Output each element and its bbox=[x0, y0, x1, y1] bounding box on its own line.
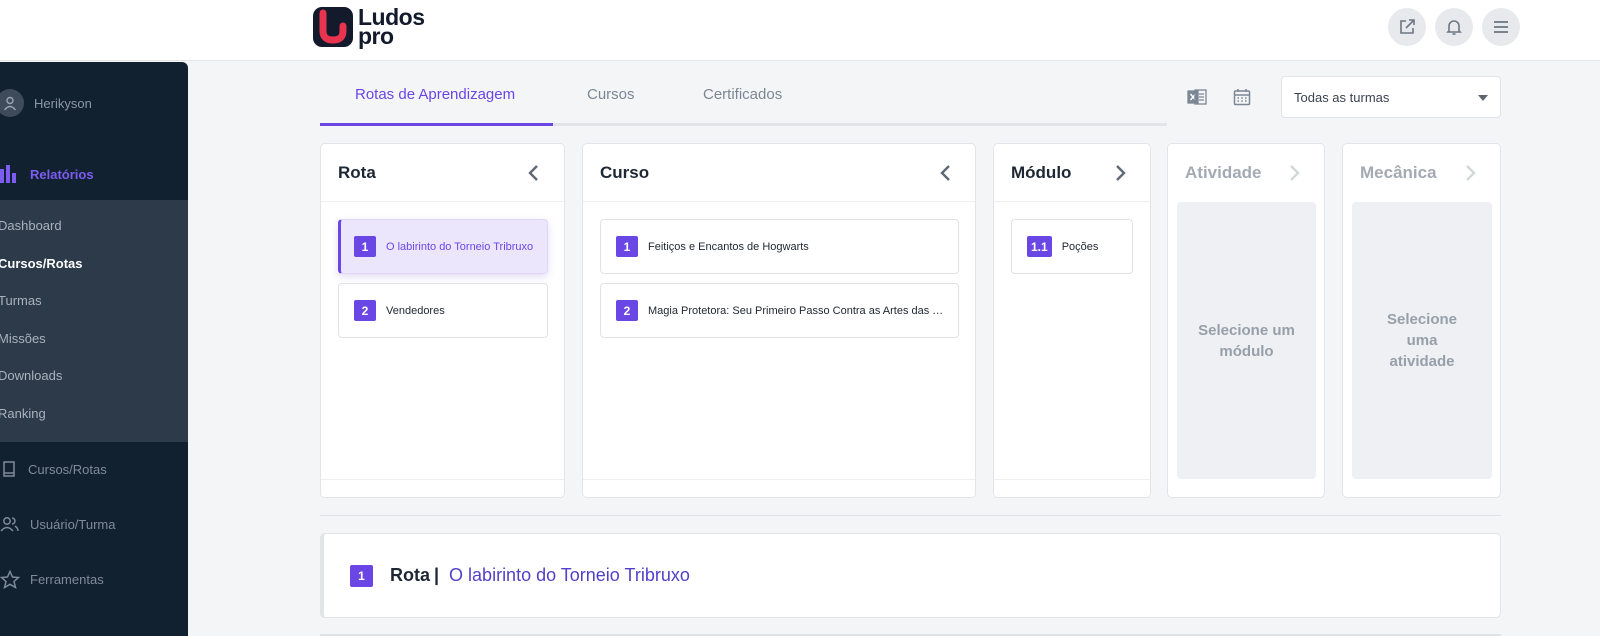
item-label: Poções bbox=[1061, 240, 1099, 253]
logo-mark-icon bbox=[313, 7, 353, 47]
submenu-item-turmas[interactable]: Turmas bbox=[0, 293, 42, 308]
selection-summary-card: 1 Rota | O labirinto do Torneio Tribruxo bbox=[320, 533, 1501, 618]
panel-footer bbox=[583, 479, 975, 497]
ludos-pro-logo[interactable]: Ludos pro bbox=[313, 5, 425, 48]
user-profile[interactable]: Herikyson bbox=[0, 86, 92, 120]
bell-icon bbox=[1446, 20, 1462, 35]
excel-icon bbox=[1187, 89, 1207, 105]
item-label: O labirinto do Torneio Tribruxo bbox=[386, 240, 534, 253]
logo-wordmark: Ludos pro bbox=[358, 5, 425, 47]
panel-rota: Rota 1 O labirinto do Torneio Tribruxo 2… bbox=[320, 143, 565, 498]
panel-mecanica: Mecânica Selecione uma atividade bbox=[1342, 143, 1501, 498]
submenu-item-cursos-rotas[interactable]: Cursos/Rotas bbox=[0, 256, 83, 271]
users-icon bbox=[0, 517, 19, 532]
star-icon bbox=[0, 569, 20, 589]
submenu-item-ranking[interactable]: Ranking bbox=[0, 406, 46, 421]
sidebar-item-usuario-turma[interactable]: Usuário/Turma bbox=[0, 512, 115, 536]
list-item[interactable]: 1 Feitiços e Encantos de Hogwarts bbox=[600, 219, 959, 274]
item-label: Vendedores bbox=[386, 304, 445, 317]
summary-separator: | bbox=[434, 565, 440, 585]
list-item[interactable]: 1 O labirinto do Torneio Tribruxo bbox=[338, 219, 548, 274]
empty-state: Selecione uma atividade bbox=[1352, 202, 1492, 479]
user-icon bbox=[3, 96, 17, 111]
book-icon bbox=[3, 461, 15, 477]
main-menu-button[interactable] bbox=[1482, 8, 1520, 46]
active-tab-indicator bbox=[320, 123, 553, 126]
panel-footer bbox=[994, 479, 1150, 497]
bar-chart-icon bbox=[0, 165, 16, 183]
calendar-icon bbox=[1233, 89, 1251, 106]
submenu-item-missoes[interactable]: Missões bbox=[0, 331, 46, 346]
panel-title: Módulo bbox=[1011, 163, 1072, 182]
sidebar: Herikyson Relatórios Dashboard Cursos/Ro… bbox=[0, 62, 188, 636]
export-excel-button[interactable] bbox=[1186, 86, 1208, 108]
tab-certificados[interactable]: Certificados bbox=[703, 86, 782, 103]
chevron-left-icon[interactable] bbox=[938, 163, 954, 183]
panel-header: Atividade bbox=[1168, 144, 1324, 202]
external-link-button[interactable] bbox=[1388, 8, 1426, 46]
panel-title: Atividade bbox=[1185, 163, 1262, 182]
item-label: Magia Protetora: Seu Primeiro Passo Cont… bbox=[648, 304, 946, 317]
summary-label: Rota bbox=[390, 565, 430, 585]
submenu-item-dashboard[interactable]: Dashboard bbox=[0, 218, 62, 233]
tab-rotas-de-aprendizagem[interactable]: Rotas de Aprendizagem bbox=[355, 86, 515, 103]
empty-state-text: Selecione uma atividade bbox=[1386, 311, 1458, 370]
chevron-right-icon[interactable] bbox=[1112, 163, 1128, 183]
sidebar-item-label: Cursos/Rotas bbox=[28, 461, 107, 477]
item-label: Feitiços e Encantos de Hogwarts bbox=[648, 240, 809, 253]
caret-down-icon bbox=[1478, 95, 1488, 101]
item-number-badge: 1 bbox=[616, 236, 638, 257]
sidebar-item-label: Ferramentas bbox=[30, 571, 104, 587]
panel-header: Módulo bbox=[994, 144, 1150, 202]
empty-state-text: Selecione um módulo bbox=[1198, 321, 1295, 360]
relatorios-submenu: Dashboard Cursos/Rotas Turmas Missões Do… bbox=[0, 200, 188, 442]
list-item[interactable]: 2 Magia Protetora: Seu Primeiro Passo Co… bbox=[600, 283, 959, 338]
panel-title: Curso bbox=[600, 163, 650, 182]
panel-title: Rota bbox=[338, 163, 376, 182]
top-header: Ludos pro bbox=[0, 0, 1600, 61]
user-name: Herikyson bbox=[34, 95, 92, 111]
panel-header: Rota bbox=[321, 144, 564, 202]
avatar bbox=[0, 89, 24, 117]
sidebar-item-ferramentas[interactable]: Ferramentas bbox=[0, 567, 104, 591]
sidebar-item-relatorios[interactable]: Relatórios bbox=[0, 162, 94, 186]
chevron-left-icon[interactable] bbox=[526, 163, 542, 183]
submenu-item-downloads[interactable]: Downloads bbox=[0, 368, 62, 383]
item-number-badge: 1.1 bbox=[1027, 236, 1052, 257]
turma-filter-value: Todas as turmas bbox=[1294, 90, 1390, 105]
panel-header: Mecânica bbox=[1343, 144, 1500, 202]
section-divider bbox=[320, 515, 1501, 516]
report-tabs: Rotas de Aprendizagem Cursos Certificado… bbox=[320, 76, 1167, 126]
sidebar-item-cursos-rotas[interactable]: Cursos/Rotas bbox=[0, 457, 107, 481]
panel-modulo: Módulo 1.1 Poções bbox=[993, 143, 1151, 498]
turma-filter-select[interactable]: Todas as turmas bbox=[1281, 76, 1501, 118]
sidebar-item-label: Usuário/Turma bbox=[30, 516, 116, 532]
menu-icon bbox=[1494, 21, 1508, 33]
summary-number-badge: 1 bbox=[350, 564, 373, 587]
list-item[interactable]: 2 Vendedores bbox=[338, 283, 548, 338]
item-number-badge: 2 bbox=[354, 300, 376, 321]
panel-atividade: Atividade Selecione um módulo bbox=[1167, 143, 1325, 498]
external-link-icon bbox=[1400, 19, 1415, 34]
panel-footer bbox=[321, 479, 564, 497]
empty-state: Selecione um módulo bbox=[1177, 202, 1316, 479]
sidebar-item-label: Relatórios bbox=[30, 166, 94, 182]
chevron-right-icon bbox=[1290, 165, 1300, 181]
tab-cursos[interactable]: Cursos bbox=[587, 86, 635, 103]
chevron-right-icon bbox=[1466, 165, 1476, 181]
panel-title: Mecânica bbox=[1360, 163, 1437, 182]
calendar-button[interactable] bbox=[1231, 86, 1253, 108]
notifications-button[interactable] bbox=[1435, 8, 1473, 46]
summary-value: O labirinto do Torneio Tribruxo bbox=[449, 565, 690, 585]
item-number-badge: 1 bbox=[354, 236, 376, 257]
item-number-badge: 2 bbox=[616, 300, 638, 321]
panel-header: Curso bbox=[583, 144, 975, 202]
panel-curso: Curso 1 Feitiços e Encantos de Hogwarts … bbox=[582, 143, 976, 498]
list-item[interactable]: 1.1 Poções bbox=[1011, 219, 1133, 274]
